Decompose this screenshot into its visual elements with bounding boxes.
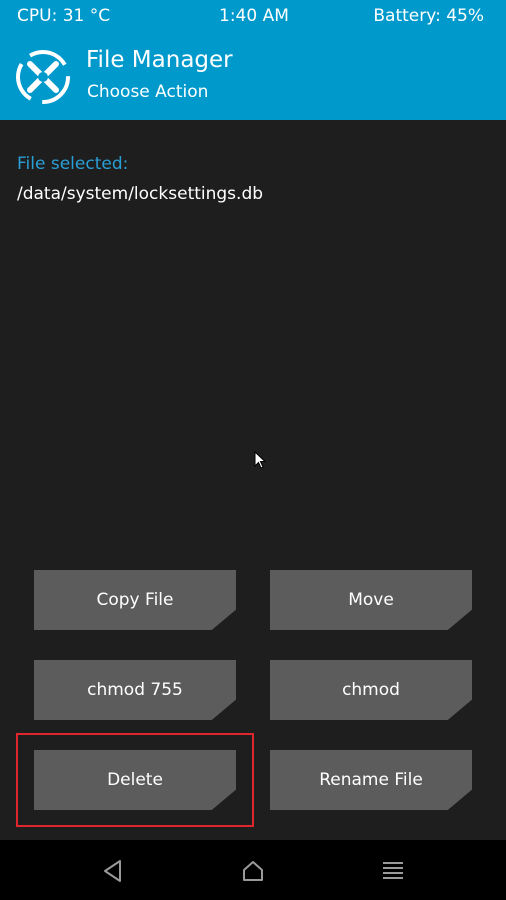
home-icon[interactable] — [240, 858, 266, 884]
move-button[interactable]: Move — [270, 570, 472, 630]
twrp-logo-icon — [16, 50, 70, 104]
mouse-cursor-icon — [254, 451, 266, 469]
cpu-temperature: CPU: 31 °C — [17, 6, 111, 26]
page-title: File Manager — [86, 47, 233, 73]
clock: 1:40 AM — [219, 6, 289, 26]
chmod-button[interactable]: chmod — [270, 660, 472, 720]
chmod-755-button[interactable]: chmod 755 — [34, 660, 236, 720]
copy-file-button[interactable]: Copy File — [34, 570, 236, 630]
app-header: File Manager Choose Action — [0, 34, 506, 120]
delete-highlight-box — [16, 733, 254, 827]
file-selected-label: File selected: — [17, 154, 129, 174]
page-subtitle: Choose Action — [87, 82, 209, 102]
back-icon[interactable] — [100, 858, 126, 884]
status-bar: CPU: 31 °C 1:40 AM Battery: 45% — [0, 0, 506, 34]
menu-icon[interactable] — [380, 858, 406, 884]
navigation-bar — [0, 840, 506, 900]
file-path: /data/system/locksettings.db — [17, 184, 264, 204]
battery-level: Battery: 45% — [373, 6, 484, 26]
rename-file-button[interactable]: Rename File — [270, 750, 472, 810]
